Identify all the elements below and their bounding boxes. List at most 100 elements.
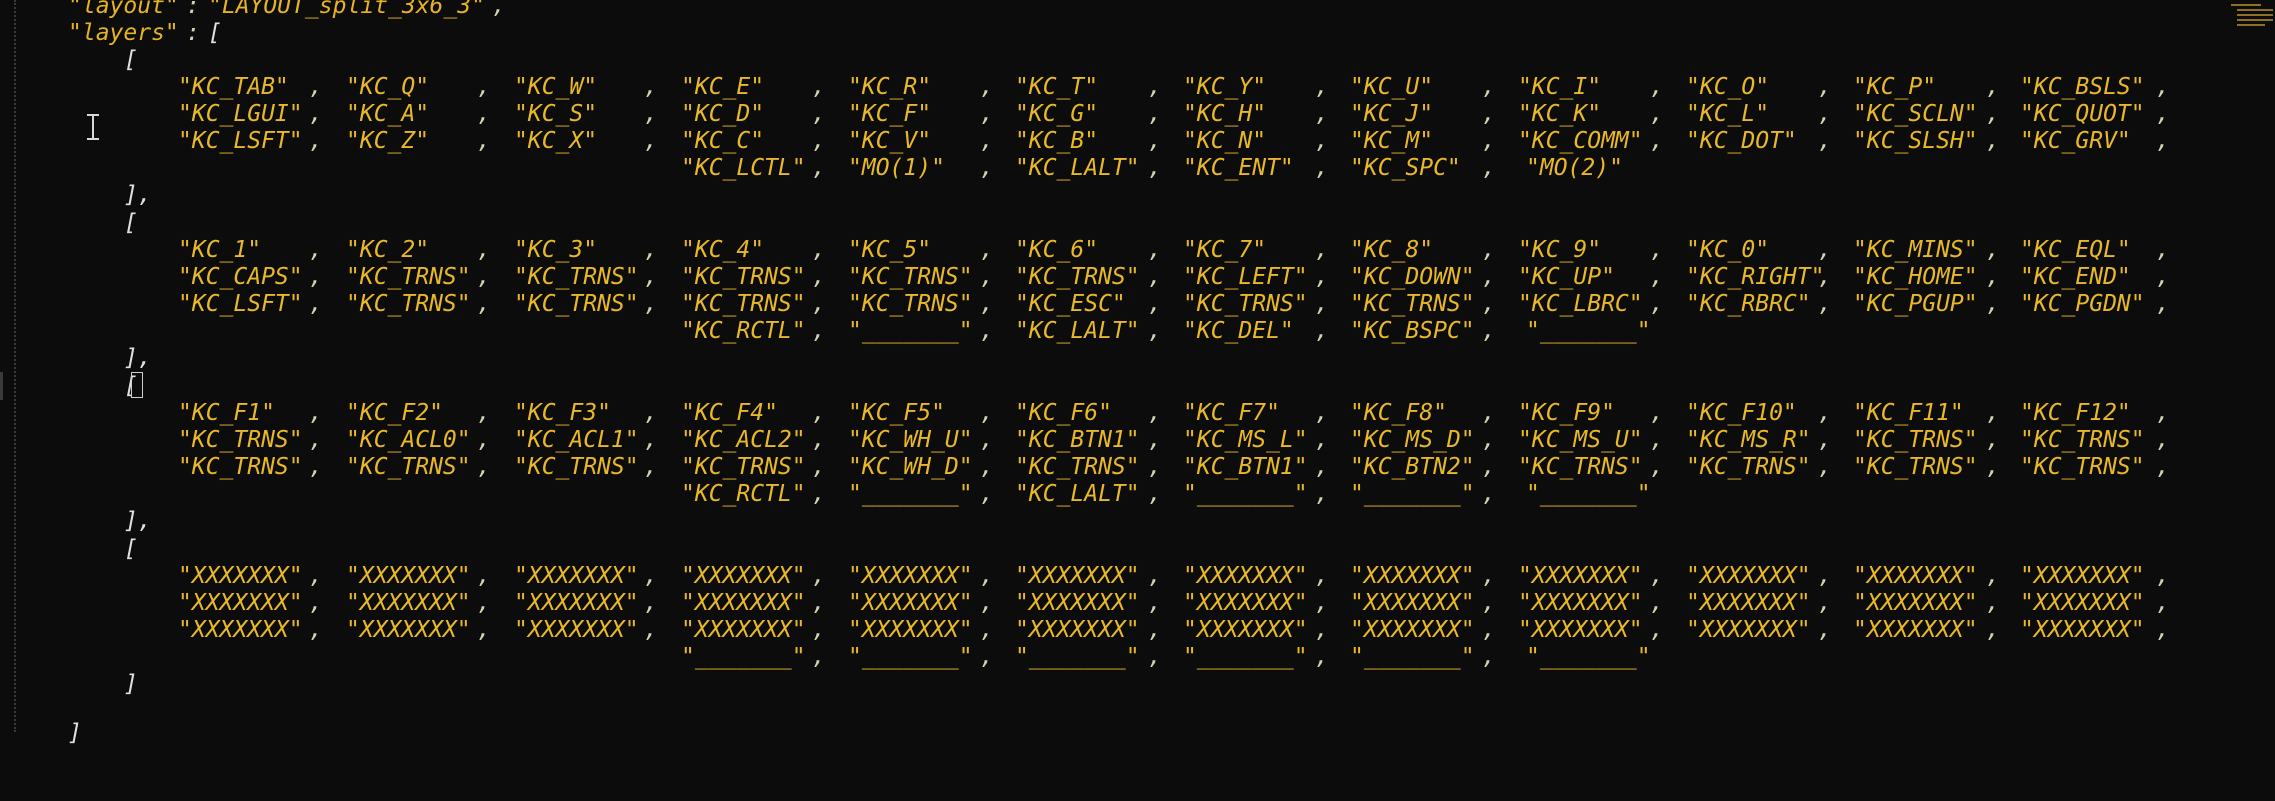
keycode-string: "KC_T": [1015, 74, 1099, 100]
keycode-string: "KC_COMM": [1518, 128, 1643, 154]
comma: ,: [1482, 427, 1496, 453]
keycode-string: "KC_SCLN": [1853, 101, 1978, 127]
keycode-string: "KC_CAPS": [178, 264, 303, 290]
keycode-string: "KC_3": [514, 237, 598, 263]
comma: ,: [1650, 563, 1664, 589]
comma: ,: [1482, 454, 1496, 480]
thumb-keycode-string: "_______": [681, 644, 806, 670]
keycode-string: "KC_F2": [346, 400, 443, 426]
comma: ,: [477, 563, 491, 589]
keycode-string: "KC_TRNS": [848, 264, 973, 290]
comma: ,: [980, 74, 994, 100]
keycode-string: "KC_MS_L": [1183, 427, 1308, 453]
keycode-string: "KC_O": [1686, 74, 1770, 100]
keycode-string: "XXXXXXX": [1350, 590, 1475, 616]
comma: ,: [812, 454, 826, 480]
layer-close-bracket: ],: [124, 345, 152, 371]
comma: ,: [1650, 237, 1664, 263]
keycode-string: "XXXXXXX": [1518, 563, 1643, 589]
keycode-string: "KC_4": [681, 237, 765, 263]
thumb-keycode-string: "MO(1)": [848, 155, 945, 181]
comma: ,: [2156, 128, 2170, 154]
keycode-string: "KC_LSFT": [178, 128, 303, 154]
code-editor[interactable]: "layout" : "LAYOUT_split_3x6_3" , "layer…: [0, 0, 2275, 746]
keycode-string: "KC_L": [1686, 101, 1770, 127]
comma: ,: [1315, 264, 1329, 290]
comma: ,: [309, 617, 323, 643]
change-marker: [0, 372, 3, 400]
keycode-string: "XXXXXXX": [681, 563, 806, 589]
thumb-keycode-string: "KC_LCTL": [681, 155, 806, 181]
colon: :: [186, 0, 200, 19]
keycode-string: "XXXXXXX": [346, 563, 471, 589]
keycode-string: "KC_TRNS": [1015, 454, 1140, 480]
comma: ,: [1315, 291, 1329, 317]
keycode-string: "KC_TRNS": [2020, 454, 2145, 480]
keycode-string: "KC_V": [848, 128, 932, 154]
comma: ,: [492, 0, 506, 19]
keycode-string: "KC_P": [1853, 74, 1937, 100]
comma: ,: [1315, 400, 1329, 426]
thumb-keycode-string: "_______": [1526, 318, 1651, 344]
keycode-string: "KC_X": [514, 128, 598, 154]
thumb-keycode-string: "KC_ENT": [1183, 155, 1294, 181]
keycode-string: "XXXXXXX": [681, 590, 806, 616]
keycode-string: "KC_BTN2": [1350, 454, 1475, 480]
comma: ,: [309, 563, 323, 589]
thumb-keycode-string: "KC_RCTL": [681, 318, 806, 344]
comma: ,: [1986, 101, 2000, 127]
comma: ,: [980, 427, 994, 453]
layers-close-bracket: ]: [68, 720, 82, 746]
keycode-string: "KC_F10": [1686, 400, 1797, 426]
comma: ,: [1482, 291, 1496, 317]
keycode-string: "KC_TRNS": [1686, 454, 1811, 480]
comma: ,: [309, 128, 323, 154]
keycode-string: "XXXXXXX": [681, 617, 806, 643]
comma: ,: [980, 590, 994, 616]
keycode-string: "KC_U": [1350, 74, 1434, 100]
comma: ,: [644, 590, 658, 616]
keycode-string: "KC_M": [1350, 128, 1434, 154]
comma: ,: [309, 454, 323, 480]
thumb-keycode-string: "KC_LALT": [1015, 481, 1140, 507]
comma: ,: [309, 291, 323, 317]
code-line-close: ]: [0, 720, 82, 747]
comma: ,: [1148, 318, 1162, 344]
keycode-string: "KC_TRNS": [848, 291, 973, 317]
comma: ,: [644, 264, 658, 290]
comma: ,: [644, 291, 658, 317]
comma: ,: [980, 155, 994, 181]
comma: ,: [1315, 237, 1329, 263]
comma: ,: [980, 237, 994, 263]
comma: ,: [980, 101, 994, 127]
keycode-string: "KC_TRNS": [1183, 291, 1308, 317]
thumb-keycode-string: "_______": [1526, 481, 1651, 507]
comma: ,: [980, 128, 994, 154]
layer-close-bracket: ],: [124, 182, 152, 208]
comma: ,: [980, 264, 994, 290]
keycode-string: "KC_Y": [1183, 74, 1267, 100]
keycode-string: "KC_F6": [1015, 400, 1112, 426]
minimap[interactable]: [2227, 0, 2275, 30]
comma: ,: [2156, 590, 2170, 616]
keycode-string: "KC_N": [1183, 128, 1267, 154]
comma: ,: [644, 563, 658, 589]
layer-close-bracket: ]: [124, 671, 138, 697]
comma: ,: [477, 291, 491, 317]
comma: ,: [477, 400, 491, 426]
keycode-string: "KC_F7": [1183, 400, 1280, 426]
keycode-string: "XXXXXXX": [1350, 563, 1475, 589]
keycode-string: "KC_MS_R": [1686, 427, 1811, 453]
thumb-keycode-string: "KC_SPC": [1350, 155, 1461, 181]
comma: ,: [1148, 590, 1162, 616]
comma: ,: [2156, 427, 2170, 453]
keycode-string: "XXXXXXX": [178, 590, 303, 616]
keycode-string: "KC_RIGHT": [1686, 264, 1825, 290]
thumb-keycode-string: "_______": [1015, 644, 1140, 670]
mouse-ibeam-cursor: [86, 113, 100, 141]
comma: ,: [1482, 318, 1496, 344]
code-line-layers: "layers" : [: [0, 20, 222, 47]
comma: ,: [1148, 481, 1162, 507]
keycode-string: "XXXXXXX": [1518, 590, 1643, 616]
colon: :: [186, 20, 200, 46]
